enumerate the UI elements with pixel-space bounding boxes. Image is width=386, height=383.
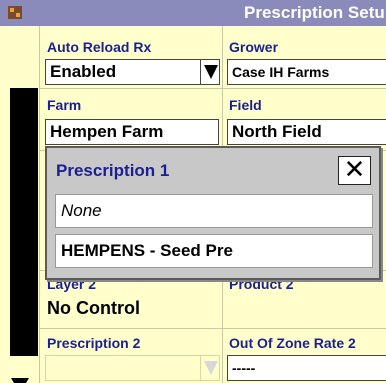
grower-label: Grower: [229, 39, 279, 55]
out-of-zone-label: Out Of Zone Rate 2: [229, 335, 356, 351]
field-label: Field: [229, 97, 262, 113]
scroll-down-icon[interactable]: [11, 378, 29, 383]
prescription-1-dialog: Prescription 1 ✕ None HEMPENS - Seed Pre: [45, 146, 381, 280]
auto-reload-dropdown-button[interactable]: [200, 59, 220, 85]
dialog-title: Prescription 1: [56, 161, 170, 180]
farm-select[interactable]: Hempen Farm: [45, 119, 219, 145]
scrollbar-track[interactable]: [10, 88, 38, 356]
prescription2-label: Prescription 2: [47, 335, 141, 351]
farm-label: Farm: [47, 97, 82, 113]
window-title: Prescription Setu: [244, 3, 385, 22]
prescription2-dropdown-button[interactable]: [200, 355, 220, 381]
layer2-value[interactable]: No Control: [47, 298, 140, 319]
app-grid-icon[interactable]: [8, 6, 22, 19]
grower-select[interactable]: Case IH Farms: [227, 59, 386, 85]
prescription2-select[interactable]: [45, 355, 203, 381]
chevron-down-icon: [204, 65, 218, 79]
option-none[interactable]: None: [55, 194, 373, 228]
auto-reload-select[interactable]: Enabled: [45, 59, 203, 85]
row-divider: [40, 328, 386, 329]
row-divider: [40, 88, 386, 89]
title-bar: Prescription Setu: [0, 0, 386, 26]
option-hempens-seed[interactable]: HEMPENS - Seed Pre: [55, 234, 373, 268]
field-select[interactable]: North Field: [227, 119, 386, 145]
chevron-down-icon: [204, 361, 218, 375]
out-of-zone-field[interactable]: -----: [227, 355, 386, 381]
close-icon: ✕: [343, 154, 366, 184]
left-scroll-rail: [0, 26, 40, 383]
close-button[interactable]: ✕: [338, 156, 371, 185]
auto-reload-label: Auto Reload Rx: [47, 39, 152, 55]
